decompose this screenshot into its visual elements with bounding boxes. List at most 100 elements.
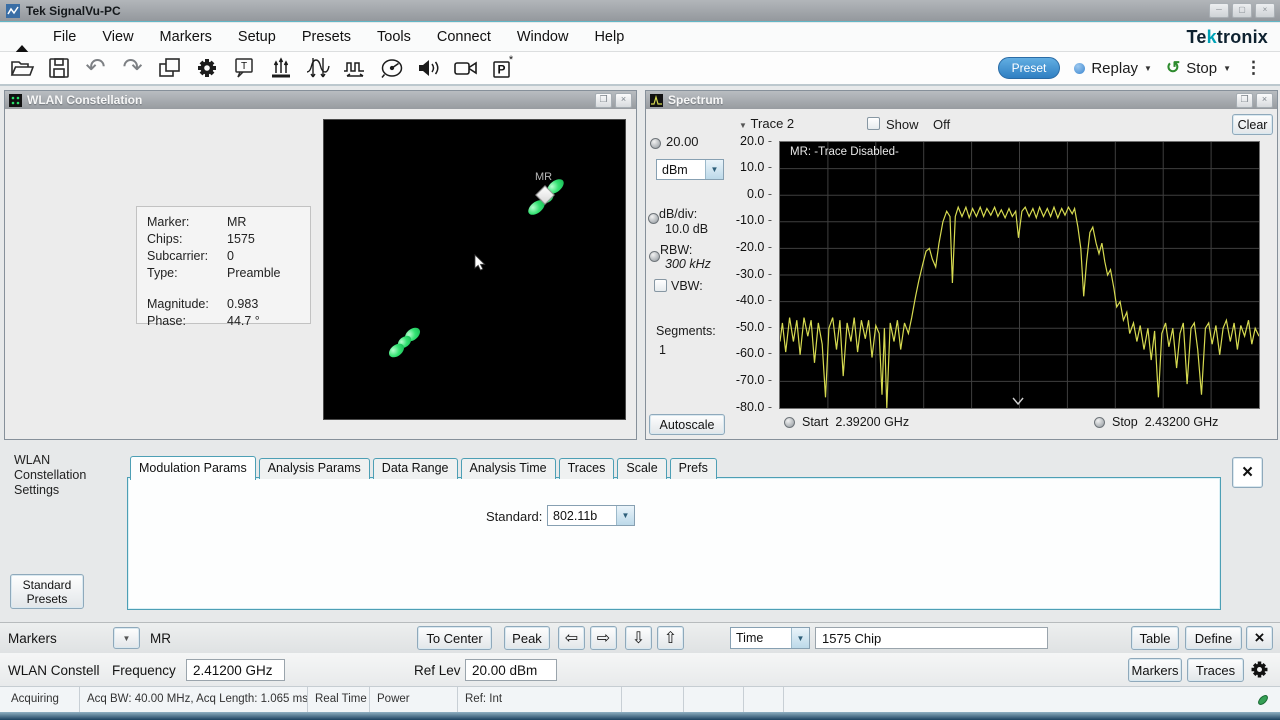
tab-scale[interactable]: Scale (617, 458, 666, 479)
waveform-markers-icon[interactable] (304, 55, 331, 82)
minimize-button[interactable]: ─ (1209, 3, 1229, 18)
panel-close-button[interactable]: × (615, 93, 632, 108)
markers-panel-button[interactable]: Markers (1128, 658, 1182, 682)
stop-value[interactable]: 2.43200 GHz (1145, 415, 1219, 429)
status-cell-empty (622, 687, 684, 712)
trace-selector[interactable]: ▼ Trace 2 (739, 116, 794, 131)
spinner-icon[interactable] (1094, 417, 1105, 428)
spinner-icon[interactable] (784, 417, 795, 428)
tab-data-range[interactable]: Data Range (373, 458, 458, 479)
marker-position-input[interactable] (815, 627, 1048, 649)
save-icon[interactable] (45, 55, 72, 82)
tab-traces[interactable]: Traces (559, 458, 615, 479)
preset-p-icon[interactable]: P* (489, 55, 516, 82)
next-peak-right-button[interactable]: ⇨ (590, 626, 617, 650)
marker-bar-close-button[interactable]: × (1246, 626, 1273, 650)
audio-icon[interactable] (415, 55, 442, 82)
display-tag-icon[interactable]: T (230, 55, 257, 82)
tab-prefs[interactable]: Prefs (670, 458, 717, 479)
chevron-down-icon: ▼ (616, 506, 634, 525)
spectrum-panel-titlebar[interactable]: Spectrum ❒ × (646, 91, 1277, 109)
waveform-zoom-icon[interactable] (341, 55, 368, 82)
show-checkbox[interactable] (867, 117, 880, 130)
panel-restore-button[interactable]: ❒ (1236, 93, 1253, 108)
marker-define-button[interactable]: Define (1185, 626, 1242, 650)
menu-file[interactable]: File (40, 29, 89, 45)
clear-button[interactable]: Clear (1232, 114, 1273, 135)
spinner-icon[interactable] (649, 251, 660, 262)
spectrum-plot[interactable]: MR: -Trace Disabled- (779, 141, 1260, 409)
constellation-panel-titlebar[interactable]: WLAN Constellation ❒ × (5, 91, 636, 109)
marker-readout: Marker:MRChips:1575Subcarrier:0Type:Prea… (136, 206, 311, 324)
to-center-button[interactable]: To Center (417, 626, 492, 650)
menu-connect[interactable]: Connect (424, 29, 504, 45)
settings-close-button[interactable]: × (1232, 457, 1263, 488)
start-frequency[interactable]: Start 2.39200 GHz (784, 415, 909, 429)
menu-bar: FileViewMarkersSetupPresetsToolsConnectW… (0, 23, 1280, 52)
title-bar[interactable]: Tek SignalVu-PC ─ ▢ × (0, 0, 1280, 22)
constellation-display[interactable]: MR (323, 119, 626, 420)
replay-control[interactable]: Replay ▼ (1074, 60, 1152, 77)
stop-control[interactable]: ↺ Stop ▼ (1166, 58, 1231, 78)
menu-view[interactable]: View (89, 29, 146, 45)
menu-setup[interactable]: Setup (225, 29, 289, 45)
stop-frequency[interactable]: Stop 2.43200 GHz (1094, 415, 1218, 429)
panel-close-button[interactable]: × (1256, 93, 1273, 108)
readout-mode-select[interactable]: Time▼ (730, 627, 810, 649)
y-axis-tick: 0.0 (726, 187, 772, 201)
start-value[interactable]: 2.39200 GHz (835, 415, 909, 429)
camera-icon[interactable] (452, 55, 479, 82)
peak-button[interactable]: Peak (504, 626, 550, 650)
marker-table-button[interactable]: Table (1131, 626, 1179, 650)
preset-button[interactable]: Preset (998, 57, 1061, 79)
constellation-icon (9, 94, 22, 107)
settings-gear-icon[interactable] (193, 55, 220, 82)
spinner-icon[interactable] (648, 213, 659, 224)
menu-window[interactable]: Window (504, 29, 582, 45)
db-div-value[interactable]: 10.0 dB (665, 222, 708, 236)
higher-peak-button[interactable]: ⇧ (657, 626, 684, 650)
overflow-menu-icon[interactable]: ⋮ (1245, 58, 1262, 78)
undo-icon[interactable]: ↶ (82, 55, 109, 82)
rbw-value[interactable]: 300 kHz (665, 257, 711, 271)
eject-icon[interactable] (14, 29, 30, 45)
y-axis-tick: -10.0 (726, 213, 772, 227)
menu-tools[interactable]: Tools (364, 29, 424, 45)
status-cell-empty (744, 687, 784, 712)
frequency-input[interactable] (186, 659, 285, 681)
marker-select-dropdown[interactable]: ▼ (113, 627, 140, 649)
status-bar: AcquiringAcq BW: 40.00 MHz, Acq Length: … (0, 686, 1280, 712)
meter-icon[interactable] (378, 55, 405, 82)
autoscale-button[interactable]: Autoscale (649, 414, 725, 435)
chevron-down-icon[interactable]: ▼ (1144, 64, 1152, 73)
menu-markers[interactable]: Markers (147, 29, 225, 45)
start-label: Start (802, 415, 828, 429)
spinner-icon[interactable] (650, 138, 661, 149)
lower-peak-button[interactable]: ⇩ (625, 626, 652, 650)
standard-select[interactable]: 802.11b▼ (547, 505, 635, 526)
window-title: Tek SignalVu-PC (26, 4, 121, 18)
close-button[interactable]: × (1255, 3, 1275, 18)
chevron-down-icon: ▼ (705, 160, 723, 179)
open-folder-icon[interactable] (8, 55, 35, 82)
tab-analysis-time[interactable]: Analysis Time (461, 458, 556, 479)
standard-presets-button[interactable]: Standard Presets (10, 574, 84, 609)
tab-analysis-params[interactable]: Analysis Params (259, 458, 370, 479)
menu-help[interactable]: Help (581, 29, 637, 45)
chevron-down-icon[interactable]: ▼ (1223, 64, 1231, 73)
panel-restore-button[interactable]: ❒ (595, 93, 612, 108)
vbw-checkbox[interactable] (654, 279, 667, 292)
marker-comb-icon[interactable] (267, 55, 294, 82)
menu-presets[interactable]: Presets (289, 29, 364, 45)
traces-panel-button[interactable]: Traces (1187, 658, 1244, 682)
redo-icon[interactable]: ↷ (119, 55, 146, 82)
ref-level-value[interactable]: 20.00 (666, 134, 699, 149)
cascade-windows-icon[interactable] (156, 55, 183, 82)
prev-peak-left-button[interactable]: ⇦ (558, 626, 585, 650)
tab-modulation-params[interactable]: Modulation Params (130, 456, 256, 480)
settings-gear-icon[interactable] (1248, 658, 1271, 684)
ref-lev-input[interactable] (465, 659, 557, 681)
readout-row-phase-: Phase:44.7 ° (147, 313, 310, 330)
maximize-button[interactable]: ▢ (1232, 3, 1252, 18)
units-select[interactable]: dBm▼ (656, 159, 724, 180)
